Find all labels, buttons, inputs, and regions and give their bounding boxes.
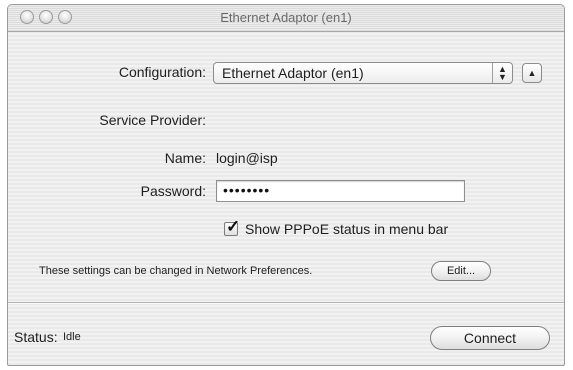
configuration-popup[interactable]: Ethernet Adaptor (en1) ▲ ▼	[213, 62, 513, 84]
service-provider-label: Service Provider:	[99, 112, 206, 128]
show-status-checkbox[interactable]: ✓	[224, 217, 240, 236]
window-title: Ethernet Adaptor (en1)	[220, 10, 352, 25]
connect-button[interactable]: Connect	[430, 326, 550, 350]
triangle-up-icon[interactable]: ▲	[522, 63, 542, 83]
settings-note: These settings can be changed in Network…	[39, 265, 313, 277]
configuration-label: Configuration:	[118, 64, 206, 80]
show-status-label[interactable]: Show PPPoE status in menu bar	[245, 221, 448, 237]
name-value: login@isp	[216, 150, 278, 166]
title-bar[interactable]: Ethernet Adaptor (en1)	[8, 5, 564, 32]
configuration-selected-value: Ethernet Adaptor (en1)	[222, 65, 364, 81]
password-value: ••••••••	[223, 182, 271, 198]
password-field[interactable]: ••••••••	[216, 180, 465, 202]
password-label: Password:	[140, 183, 206, 199]
checkmark-icon: ✓	[226, 217, 241, 236]
updown-arrows-icon: ▲ ▼	[492, 63, 512, 83]
separator-line	[8, 302, 564, 304]
status-value: Idle	[63, 331, 81, 343]
name-label: Name:	[164, 150, 206, 166]
edit-button[interactable]: Edit...	[431, 261, 491, 281]
pppoe-window: Ethernet Adaptor (en1) Configuration: Et…	[7, 4, 565, 366]
status-label: Status:	[14, 329, 58, 345]
